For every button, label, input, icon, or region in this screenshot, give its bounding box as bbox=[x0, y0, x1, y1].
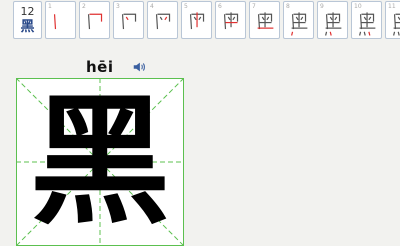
stroke-step-glyph bbox=[53, 14, 57, 30]
stroke-step-9[interactable]: 9 bbox=[317, 1, 348, 39]
stroke-character: 黑 bbox=[20, 18, 35, 35]
big-character: 黑 bbox=[29, 80, 170, 244]
stroke-step-8[interactable]: 8 bbox=[283, 1, 314, 39]
stroke-step-4[interactable]: 4 bbox=[147, 1, 178, 39]
pinyin-row: hēi bbox=[86, 58, 146, 76]
stroke-step-glyph bbox=[189, 12, 205, 30]
pinyin-text: hēi bbox=[86, 58, 114, 76]
stroke-step-6[interactable]: 6 bbox=[215, 1, 246, 39]
stroke-step-5[interactable]: 5 bbox=[181, 1, 212, 39]
stroke-step-glyph bbox=[325, 12, 342, 36]
stroke-step-glyph bbox=[393, 13, 400, 36]
stroke-step-1[interactable]: 1 bbox=[45, 1, 76, 39]
stroke-step-glyph bbox=[121, 13, 137, 30]
stroke-step-7[interactable]: 7 bbox=[249, 1, 280, 39]
stroke-step-3[interactable]: 3 bbox=[113, 1, 144, 39]
stroke-step-10[interactable]: 10 bbox=[351, 1, 382, 39]
stroke-step-glyph bbox=[155, 13, 171, 30]
stroke-step-11[interactable]: 11 bbox=[385, 1, 400, 39]
stroke-step-glyph bbox=[87, 13, 103, 30]
stroke-step-2[interactable]: 2 bbox=[79, 1, 110, 39]
stroke-step-glyph bbox=[257, 12, 274, 30]
speaker-icon[interactable] bbox=[132, 60, 146, 74]
stroke-step-glyph bbox=[291, 12, 308, 36]
stroke-order-strip: 12 黑 1 2 3 4 5 6 7 8 9 10 11 bbox=[13, 1, 400, 39]
stroke-count-box: 12 黑 bbox=[13, 1, 42, 39]
stroke-step-glyph bbox=[223, 12, 239, 30]
stroke-count: 12 bbox=[20, 4, 35, 18]
stroke-step-glyph bbox=[359, 12, 376, 36]
